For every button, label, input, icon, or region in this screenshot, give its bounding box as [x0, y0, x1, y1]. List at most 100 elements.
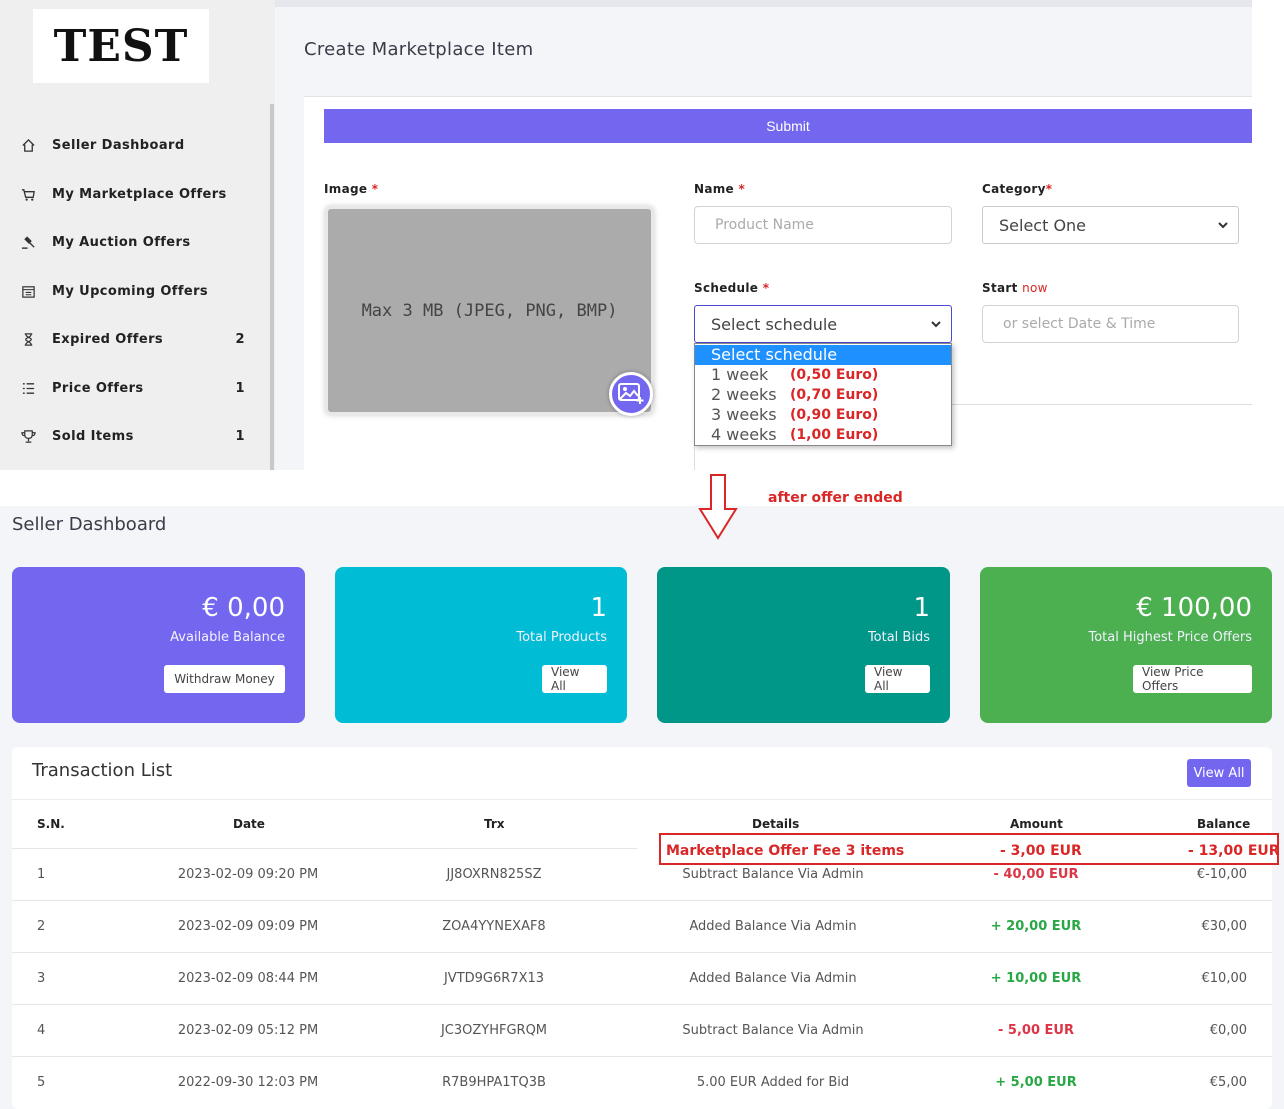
- schedule-option[interactable]: 4 weeks (1,00 Euro): [695, 425, 951, 445]
- chevron-down-icon: [931, 321, 941, 328]
- transaction-list-title: Transaction List: [32, 760, 173, 781]
- cell-date: 2023-02-09 08:44 PM: [177, 971, 319, 986]
- cell-date: 2023-02-09 05:12 PM: [177, 1023, 319, 1038]
- home-icon: [20, 137, 36, 153]
- cart-icon: [20, 186, 36, 202]
- name-label: Name *: [694, 182, 745, 196]
- schedule-option-price: (0,90 Euro): [790, 407, 879, 423]
- cell-balance: €-10,00: [1196, 867, 1247, 882]
- schedule-option[interactable]: 1 week (0,50 Euro): [695, 365, 951, 385]
- name-label-text: Name: [694, 182, 734, 196]
- required-mark: *: [1045, 182, 1053, 196]
- stat-card-products: 1 Total Products View All: [335, 567, 627, 723]
- image-label: Image *: [324, 182, 378, 196]
- stat-value: € 0,00: [202, 593, 285, 623]
- cell-details: 5.00 EUR Added for Bid: [696, 1075, 850, 1090]
- dashboard-title: Seller Dashboard: [12, 514, 167, 535]
- column-header-balance: Balance: [1197, 817, 1251, 831]
- sidebar-item-price-offers[interactable]: Price Offers 1: [20, 376, 245, 400]
- schedule-option[interactable]: Select schedule: [695, 345, 951, 365]
- transactions-view-all-button[interactable]: View All: [1187, 759, 1251, 787]
- image-label-text: Image: [324, 182, 368, 196]
- schedule-option-label: Select schedule: [711, 345, 838, 364]
- cell-balance: €10,00: [1201, 971, 1248, 986]
- divider: [952, 404, 1252, 405]
- image-dropzone[interactable]: Max 3 MB (JPEG, PNG, BMP): [325, 206, 654, 415]
- column-header-sn: S.N.: [37, 817, 65, 831]
- category-label: Category*: [982, 182, 1052, 196]
- cell-date: 2023-02-09 09:20 PM: [177, 867, 319, 882]
- annotation-note: after offer ended: [768, 490, 903, 506]
- schedule-option-price: (0,70 Euro): [790, 387, 879, 403]
- sidebar-item-label: My Upcoming Offers: [52, 283, 209, 299]
- divider: [694, 446, 695, 470]
- stat-value: € 100,00: [1136, 593, 1252, 623]
- sidebar-item-marketplace-offers[interactable]: My Marketplace Offers: [20, 182, 245, 206]
- schedule-select-value: Select schedule: [711, 314, 838, 334]
- view-bids-button[interactable]: View All: [865, 665, 930, 693]
- start-now-link[interactable]: now: [1022, 281, 1048, 295]
- sidebar-item-seller-dashboard[interactable]: Seller Dashboard: [20, 133, 245, 157]
- cell-balance: €0,00: [1209, 1023, 1247, 1038]
- cell-trx: JC3OZYHFGRQM: [440, 1023, 548, 1038]
- view-products-button[interactable]: View All: [542, 665, 607, 693]
- cell-details: Subtract Balance Via Admin: [682, 867, 864, 882]
- cell-details: Added Balance Via Admin: [689, 971, 857, 986]
- schedule-option-label: 2 weeks: [711, 385, 777, 404]
- submit-button[interactable]: Submit: [324, 109, 1252, 143]
- cell-trx: JVTD9G6R7X13: [443, 971, 545, 986]
- column-header-trx: Trx: [484, 817, 505, 831]
- sidebar-item-auction-offers[interactable]: My Auction Offers: [20, 230, 245, 254]
- sidebar-item-label: My Marketplace Offers: [52, 186, 227, 202]
- required-mark: *: [762, 281, 770, 295]
- sidebar-item-upcoming-offers[interactable]: My Upcoming Offers: [20, 279, 245, 303]
- divider: [12, 848, 637, 849]
- cell-trx: ZOA4YYNEXAF8: [442, 919, 546, 934]
- schedule-option-label: 4 weeks: [711, 425, 777, 444]
- logo[interactable]: TEST: [33, 9, 209, 83]
- schedule-option[interactable]: 2 weeks (0,70 Euro): [695, 385, 951, 405]
- row-divider: [12, 900, 1272, 901]
- cell-trx: R7B9HPA1TQ3B: [442, 1075, 546, 1090]
- schedule-option[interactable]: 3 weeks (0,90 Euro): [695, 405, 951, 425]
- stat-label: Total Products: [516, 630, 607, 645]
- required-mark: *: [738, 182, 746, 196]
- cell-balance: €30,00: [1201, 919, 1248, 934]
- schedule-option-label: 3 weeks: [711, 405, 777, 424]
- stat-label: Total Highest Price Offers: [1088, 630, 1252, 645]
- start-datetime-input[interactable]: or select Date & Time: [982, 305, 1239, 343]
- row-divider: [12, 1004, 1272, 1005]
- schedule-select[interactable]: Select schedule: [694, 305, 952, 343]
- row-divider: [12, 1056, 1272, 1057]
- gavel-icon: [20, 234, 36, 250]
- cell-trx: JJ8OXRN825SZ: [446, 867, 542, 882]
- upload-image-button[interactable]: [609, 372, 653, 416]
- start-label-text: Start: [982, 281, 1018, 295]
- right-gutter: [1252, 0, 1284, 470]
- column-header-date: Date: [233, 817, 265, 831]
- cell-details: Added Balance Via Admin: [689, 919, 857, 934]
- withdraw-money-button[interactable]: Withdraw Money: [164, 665, 285, 693]
- stat-value: 1: [913, 593, 930, 623]
- sidebar-item-sold-items[interactable]: Sold Items 1: [20, 424, 245, 448]
- category-select[interactable]: Select One: [982, 206, 1239, 244]
- cell-date: 2022-09-30 12:03 PM: [177, 1075, 319, 1090]
- sidebar-scrollbar[interactable]: [270, 104, 274, 470]
- sidebar-item-label: My Auction Offers: [52, 234, 191, 250]
- calendar-icon: [20, 283, 36, 299]
- product-name-input[interactable]: Product Name: [694, 206, 952, 244]
- view-price-offers-button[interactable]: View Price Offers: [1133, 665, 1252, 693]
- trophy-icon: [20, 428, 36, 444]
- sidebar-item-count: 1: [235, 380, 245, 396]
- schedule-option-price: (1,00 Euro): [790, 427, 879, 443]
- image-upload-icon: [618, 383, 644, 404]
- column-header-amount: Amount: [1010, 817, 1063, 831]
- sidebar-item-count: 1: [235, 428, 245, 444]
- row-divider: [12, 952, 1272, 953]
- cell-balance: €5,00: [1209, 1075, 1247, 1090]
- schedule-option-price: (0,50 Euro): [790, 367, 879, 383]
- schedule-dropdown[interactable]: Select schedule 1 week (0,50 Euro) 2 wee…: [694, 343, 952, 446]
- image-placeholder: Max 3 MB (JPEG, PNG, BMP): [361, 300, 618, 321]
- sidebar-item-label: Expired Offers: [52, 331, 164, 347]
- sidebar-item-expired-offers[interactable]: Expired Offers 2: [20, 327, 245, 351]
